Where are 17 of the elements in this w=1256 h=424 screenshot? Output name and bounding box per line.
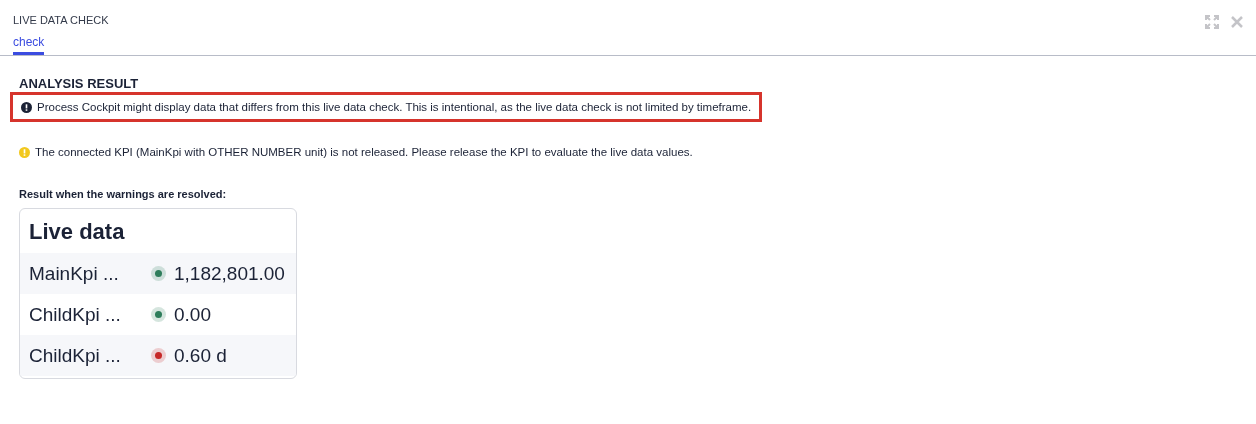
- notice-text: Process Cockpit might display data that differs from this live data check. This is intentional, as the live data check is not limited by timeframe.: [37, 101, 752, 113]
- notice-text: The connected KPI (MainKpi with OTHER NUMBER unit) is not released. Please release the KPI to evaluate the live data values.: [35, 146, 693, 158]
- kpi-name: ChildKpi ...: [29, 303, 122, 326]
- kpi-value: 1,182,801.00: [174, 262, 285, 285]
- tab[interactable]: check: [13, 35, 45, 55]
- kpi-value: 0.60 d: [174, 344, 227, 367]
- window-title: LIVE DATA CHECK: [13, 14, 109, 26]
- close-icon[interactable]: [1231, 16, 1243, 28]
- expand-icon[interactable]: [1205, 15, 1219, 29]
- exclamation-icon: [21, 101, 32, 113]
- result-label: Result when the warnings are resolved:: [19, 188, 228, 200]
- warning-icon: [19, 146, 30, 158]
- card-title: Live data: [28, 218, 126, 246]
- kpi-value: 0.00: [174, 303, 211, 326]
- section-title: ANALYSIS RESULT: [19, 76, 140, 91]
- kpi-name: MainKpi ...: [29, 262, 120, 285]
- kpi-name: ChildKpi ...: [29, 344, 122, 367]
